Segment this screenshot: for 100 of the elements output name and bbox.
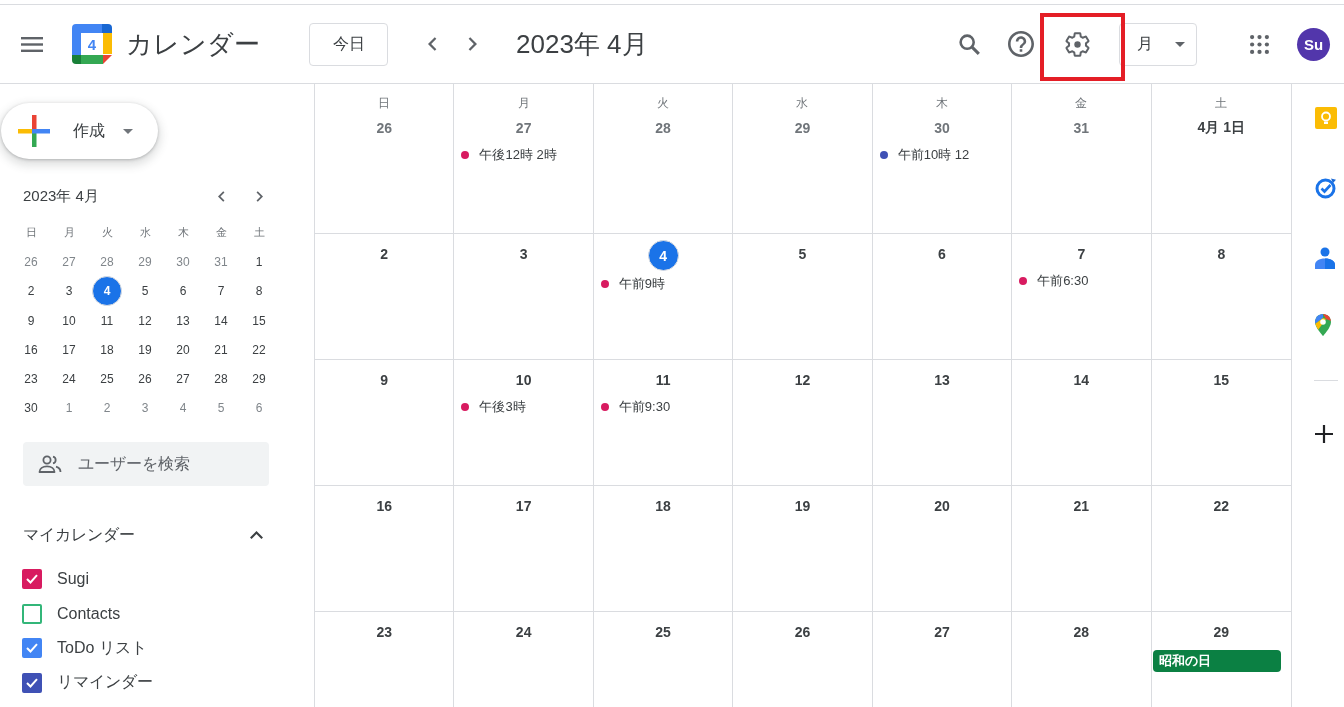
- mini-calendar-day[interactable]: 17: [55, 335, 83, 364]
- mini-calendar-day[interactable]: 6: [169, 277, 197, 306]
- date-number[interactable]: 5: [798, 240, 807, 268]
- mini-calendar-day[interactable]: 2: [93, 394, 121, 423]
- date-number[interactable]: 12: [794, 366, 811, 394]
- create-button[interactable]: 作成: [1, 103, 158, 159]
- mini-calendar-day[interactable]: 31: [207, 247, 235, 276]
- map-pin-icon[interactable]: [1315, 314, 1331, 336]
- mini-calendar-day[interactable]: 27: [169, 365, 197, 394]
- mini-calendar-day[interactable]: 1: [245, 247, 273, 276]
- mini-calendar-day[interactable]: 5: [207, 394, 235, 423]
- mini-calendar-day[interactable]: 10: [55, 306, 83, 335]
- date-number[interactable]: 22: [1213, 492, 1230, 520]
- mini-calendar-day[interactable]: 23: [17, 365, 45, 394]
- person-icon[interactable]: [1315, 247, 1335, 269]
- mini-calendar-day[interactable]: 2: [17, 277, 45, 306]
- date-number[interactable]: 23: [376, 618, 392, 646]
- date-number[interactable]: 8: [1217, 240, 1226, 268]
- checkbox[interactable]: [22, 569, 42, 590]
- mini-calendar-title: 2023年 4月: [23, 186, 100, 206]
- date-number[interactable]: 4: [647, 240, 679, 271]
- event-time[interactable]: 午前6:30: [1037, 272, 1089, 290]
- caret-icon: [1175, 41, 1185, 47]
- event-chip[interactable]: 昭和の日: [1152, 650, 1281, 672]
- date-number[interactable]: 29: [794, 114, 811, 142]
- date-number[interactable]: 24: [515, 618, 532, 646]
- people-search-field[interactable]: ユーザーを検索: [23, 442, 269, 487]
- date-number[interactable]: 2: [380, 240, 389, 268]
- event-time[interactable]: 午後12時 2時: [479, 146, 557, 164]
- mini-calendar-day[interactable]: 7: [207, 277, 235, 306]
- date-number[interactable]: 14: [1073, 366, 1090, 394]
- date-number[interactable]: 26: [794, 618, 811, 646]
- mini-calendar-day[interactable]: 29: [245, 365, 273, 394]
- event-time[interactable]: 午前10時 12: [897, 146, 970, 164]
- mini-calendar-day[interactable]: 5: [131, 277, 159, 306]
- mini-calendar-day[interactable]: 8: [245, 277, 273, 306]
- mini-calendar-day[interactable]: 1: [55, 394, 83, 423]
- date-number[interactable]: 18: [655, 492, 671, 520]
- date-number[interactable]: 11: [655, 366, 671, 394]
- date-number[interactable]: 30: [934, 114, 950, 142]
- event-time[interactable]: 午後3時: [479, 398, 526, 416]
- event-time[interactable]: 午前9:30: [618, 398, 671, 416]
- date-number[interactable]: 28: [1073, 618, 1090, 646]
- checkbox[interactable]: [22, 672, 42, 693]
- mini-calendar-day[interactable]: 28: [93, 247, 121, 276]
- mini-calendar-day[interactable]: 19: [131, 335, 159, 364]
- mini-calendar-day[interactable]: 26: [17, 247, 45, 276]
- date-number[interactable]: 26: [376, 114, 392, 142]
- mini-calendar-day[interactable]: 15: [245, 306, 273, 335]
- today-button[interactable]: 今日: [309, 22, 388, 66]
- mini-calendar-day[interactable]: 29: [131, 247, 159, 276]
- date-number[interactable]: 29: [1213, 618, 1230, 646]
- view-selector[interactable]: 月: [1119, 22, 1197, 66]
- mini-calendar-day[interactable]: 11: [93, 306, 121, 335]
- event-time[interactable]: 午前9時: [618, 275, 666, 293]
- checkbox[interactable]: [22, 603, 42, 624]
- check-circle-icon[interactable]: [1315, 177, 1337, 199]
- mini-calendar-day[interactable]: 18: [93, 335, 121, 364]
- date-number[interactable]: 13: [934, 366, 950, 394]
- mini-calendar-day[interactable]: 4: [92, 276, 122, 307]
- mini-calendar-day[interactable]: 3: [131, 394, 159, 423]
- date-number[interactable]: 21: [1073, 492, 1090, 520]
- mini-calendar-day[interactable]: 9: [17, 306, 45, 335]
- mini-calendar-day[interactable]: 4: [169, 394, 197, 423]
- date-number[interactable]: 27: [515, 114, 532, 142]
- mini-calendar-day[interactable]: 12: [131, 306, 159, 335]
- date-number[interactable]: 27: [934, 618, 950, 646]
- date-number[interactable]: 17: [515, 492, 532, 520]
- date-number[interactable]: 31: [1073, 114, 1090, 142]
- mini-calendar-day[interactable]: 13: [169, 306, 197, 335]
- date-number[interactable]: 10: [515, 366, 532, 394]
- add-icon[interactable]: [1315, 425, 1333, 443]
- mini-calendar-day[interactable]: 21: [207, 335, 235, 364]
- mini-calendar-day[interactable]: 6: [245, 394, 273, 423]
- date-number[interactable]: 20: [934, 492, 950, 520]
- avatar[interactable]: Su: [1297, 27, 1330, 61]
- mini-calendar-day[interactable]: 14: [207, 306, 235, 335]
- mini-calendar-day[interactable]: 22: [245, 335, 273, 364]
- date-number[interactable]: 28: [655, 114, 671, 142]
- mini-calendar-day[interactable]: 25: [93, 365, 121, 394]
- checkbox[interactable]: [22, 638, 42, 659]
- date-number[interactable]: 15: [1213, 366, 1230, 394]
- date-number[interactable]: 7: [1077, 240, 1086, 268]
- mini-calendar-day[interactable]: 27: [55, 247, 83, 276]
- mini-calendar-day[interactable]: 16: [17, 335, 45, 364]
- date-number[interactable]: 16: [376, 492, 392, 520]
- date-number[interactable]: 3: [519, 240, 528, 268]
- date-number[interactable]: 25: [655, 618, 671, 646]
- date-number[interactable]: 6: [938, 240, 946, 268]
- mini-calendar-day[interactable]: 26: [131, 365, 159, 394]
- mini-calendar-day[interactable]: 30: [169, 247, 197, 276]
- mini-calendar-day[interactable]: 3: [55, 277, 83, 306]
- date-number[interactable]: 4月 1日: [1197, 114, 1245, 142]
- mini-calendar-day[interactable]: 30: [17, 394, 45, 423]
- date-number[interactable]: 19: [794, 492, 811, 520]
- mini-calendar-day[interactable]: 20: [169, 335, 197, 364]
- weekday-label: 月: [63, 225, 75, 241]
- date-number[interactable]: 9: [380, 366, 389, 394]
- mini-calendar-day[interactable]: 24: [55, 365, 83, 394]
- mini-calendar-day[interactable]: 28: [207, 365, 235, 394]
